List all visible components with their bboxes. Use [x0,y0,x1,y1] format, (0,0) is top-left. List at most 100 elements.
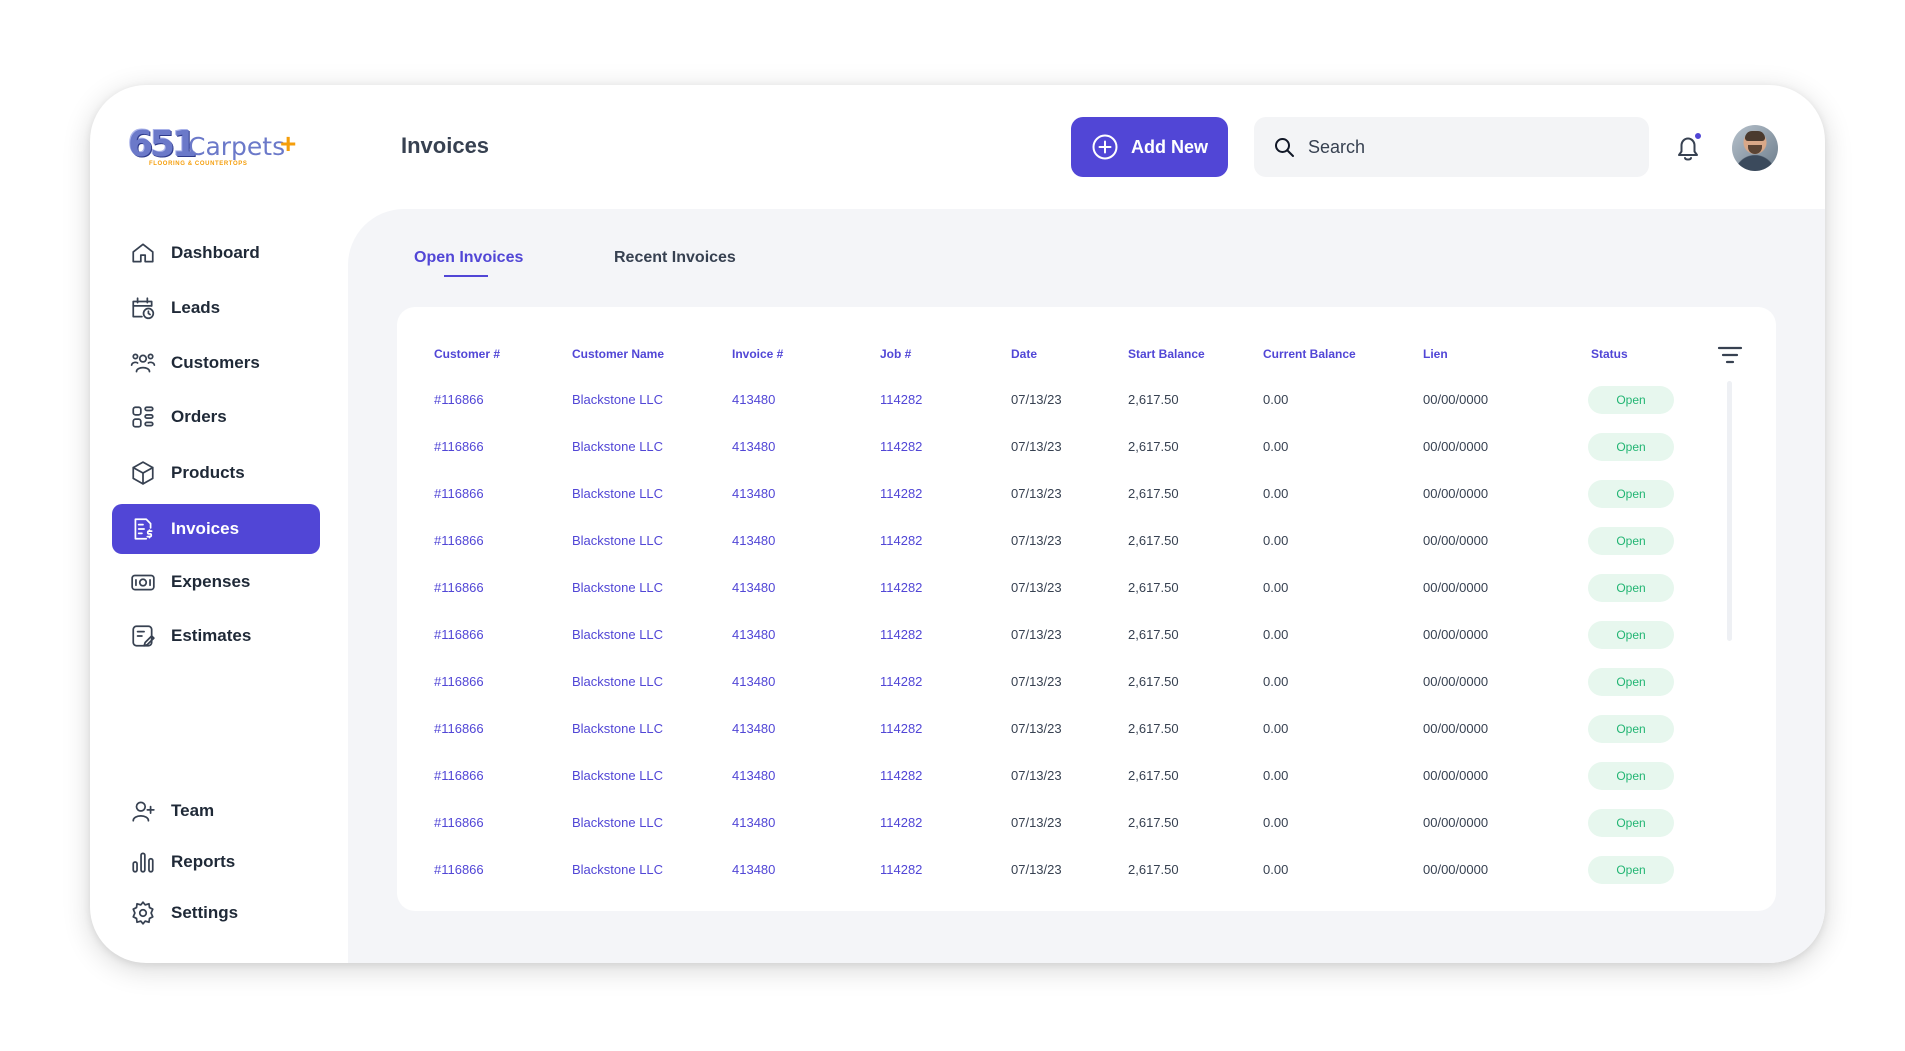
table-cell[interactable]: Blackstone LLC [572,714,663,744]
table-cell: 00/00/0000 [1423,674,1489,689]
column-header[interactable]: Start Balance [1128,347,1205,361]
table-cell[interactable]: Blackstone LLC [572,808,663,838]
sidebar-item-invoices[interactable]: Invoices [112,504,320,554]
app-window: 651 Carpets + FLOORING & COUNTERTOPS Das… [90,85,1825,963]
table-cell[interactable]: 114282 [880,385,922,415]
column-header[interactable]: Current Balance [1263,347,1356,361]
table-row[interactable]: #116866 Blackstone LLC 413480 114282 07/13/2… [397,855,1697,885]
table-cell[interactable]: Blackstone LLC [572,573,663,603]
status-badge: Open [1588,480,1674,508]
table-cell[interactable]: 114282 [880,667,922,697]
sidebar-item-products[interactable]: Products [112,448,320,498]
table-cell[interactable]: 413480 [732,385,775,415]
add-new-button[interactable]: Add New [1071,117,1228,177]
column-header[interactable]: Status [1591,347,1628,361]
table-row[interactable]: #116866 Blackstone LLC 413480 114282 07/13/2… [397,526,1697,556]
table-scrollbar[interactable] [1727,381,1732,641]
table-row[interactable]: #116866 Blackstone LLC 413480 114282 07/13/2… [397,808,1697,838]
column-header[interactable]: Lien [1423,347,1448,361]
table-cell[interactable]: #116866 [434,620,484,650]
column-header[interactable]: Job # [880,347,911,361]
table-cell: 07/13/23 [1011,439,1062,454]
table-cell: 00/00/0000 [1423,627,1489,642]
column-header[interactable]: Customer Name [572,347,664,361]
gear-icon [130,900,156,926]
table-cell[interactable]: Blackstone LLC [572,479,663,509]
table-cell: 07/13/23 [1011,486,1062,501]
search-input[interactable] [1308,136,1608,158]
table-row[interactable]: #116866 Blackstone LLC 413480 114282 07/13/2… [397,479,1697,509]
table-row[interactable]: #116866 Blackstone LLC 413480 114282 07/13/2… [397,573,1697,603]
sidebar-item-customers[interactable]: Customers [112,338,320,388]
table-cell[interactable]: #116866 [434,714,484,744]
table-cell[interactable]: 114282 [880,526,922,556]
table-cell: 0.00 [1263,439,1289,454]
sidebar-item-reports[interactable]: Reports [112,837,320,887]
search-icon [1275,138,1294,157]
table-cell[interactable]: #116866 [434,479,484,509]
table-cell[interactable]: 114282 [880,620,922,650]
table-cell: 07/13/23 [1011,580,1062,595]
table-cell[interactable]: 413480 [732,714,775,744]
sidebar-item-dashboard[interactable]: Dashboard [112,228,320,278]
table-cell[interactable]: #116866 [434,573,484,603]
table-cell[interactable]: Blackstone LLC [572,385,663,415]
table-cell[interactable]: 413480 [732,526,775,556]
table-row[interactable]: #116866 Blackstone LLC 413480 114282 07/13/2… [397,385,1697,415]
tab-recent-invoices[interactable]: Recent Invoices [614,249,736,267]
table-cell: 2,617.50 [1128,627,1179,642]
table-cell[interactable]: Blackstone LLC [572,526,663,556]
table-row[interactable]: #116866 Blackstone LLC 413480 114282 07/13/2… [397,667,1697,697]
table-cell[interactable]: 413480 [732,573,775,603]
sidebar-item-label: Products [171,463,245,482]
table-cell[interactable]: 413480 [732,479,775,509]
table-cell[interactable]: Blackstone LLC [572,432,663,462]
table-cell[interactable]: #116866 [434,526,484,556]
table-cell[interactable]: 114282 [880,714,922,744]
table-cell[interactable]: #116866 [434,808,484,838]
table-row[interactable]: #116866 Blackstone LLC 413480 114282 07/13/2… [397,620,1697,650]
column-header[interactable]: Customer # [434,347,500,361]
table-row[interactable]: #116866 Blackstone LLC 413480 114282 07/13/2… [397,432,1697,462]
table-cell[interactable]: 413480 [732,855,775,885]
table-cell[interactable]: 413480 [732,808,775,838]
column-header[interactable]: Invoice # [732,347,783,361]
table-cell[interactable]: 114282 [880,761,922,791]
table-cell[interactable]: Blackstone LLC [572,620,663,650]
table-cell[interactable]: #116866 [434,667,484,697]
table-cell[interactable]: Blackstone LLC [572,667,663,697]
table-cell[interactable]: 114282 [880,479,922,509]
table-cell[interactable]: 413480 [732,761,775,791]
avatar[interactable] [1732,125,1778,171]
sidebar-item-estimates[interactable]: Estimates [112,611,320,661]
sidebar-nav: Dashboard Leads Customers Orders Product… [112,85,320,963]
table-row[interactable]: #116866 Blackstone LLC 413480 114282 07/13/2… [397,761,1697,791]
table-cell[interactable]: #116866 [434,385,484,415]
status-badge: Open [1588,621,1674,649]
table-cell[interactable]: 413480 [732,667,775,697]
table-cell: 0.00 [1263,815,1289,830]
sidebar-item-orders[interactable]: Orders [112,392,320,442]
table-cell[interactable]: 114282 [880,855,922,885]
tab-open-invoices[interactable]: Open Invoices [414,249,523,267]
table-cell[interactable]: Blackstone LLC [572,761,663,791]
table-cell[interactable]: #116866 [434,432,484,462]
column-header[interactable]: Date [1011,347,1037,361]
table-cell[interactable]: 114282 [880,432,922,462]
filter-icon[interactable] [1717,343,1743,367]
sidebar-item-team[interactable]: Team [112,786,320,836]
table-cell[interactable]: 114282 [880,573,922,603]
sidebar-item-expenses[interactable]: Expenses [112,557,320,607]
table-row[interactable]: #116866 Blackstone LLC 413480 114282 07/13/2… [397,714,1697,744]
table-cell[interactable]: 413480 [732,620,775,650]
table-cell[interactable]: 114282 [880,808,922,838]
page-title: Invoices [401,133,490,158]
notifications-button[interactable] [1670,130,1706,166]
sidebar-item-settings[interactable]: Settings [112,888,320,938]
table-cell[interactable]: #116866 [434,855,484,885]
table-cell[interactable]: Blackstone LLC [572,855,663,885]
table-cell: 07/13/23 [1011,627,1062,642]
sidebar-item-leads[interactable]: Leads [112,283,320,333]
table-cell[interactable]: 413480 [732,432,775,462]
table-cell[interactable]: #116866 [434,761,484,791]
